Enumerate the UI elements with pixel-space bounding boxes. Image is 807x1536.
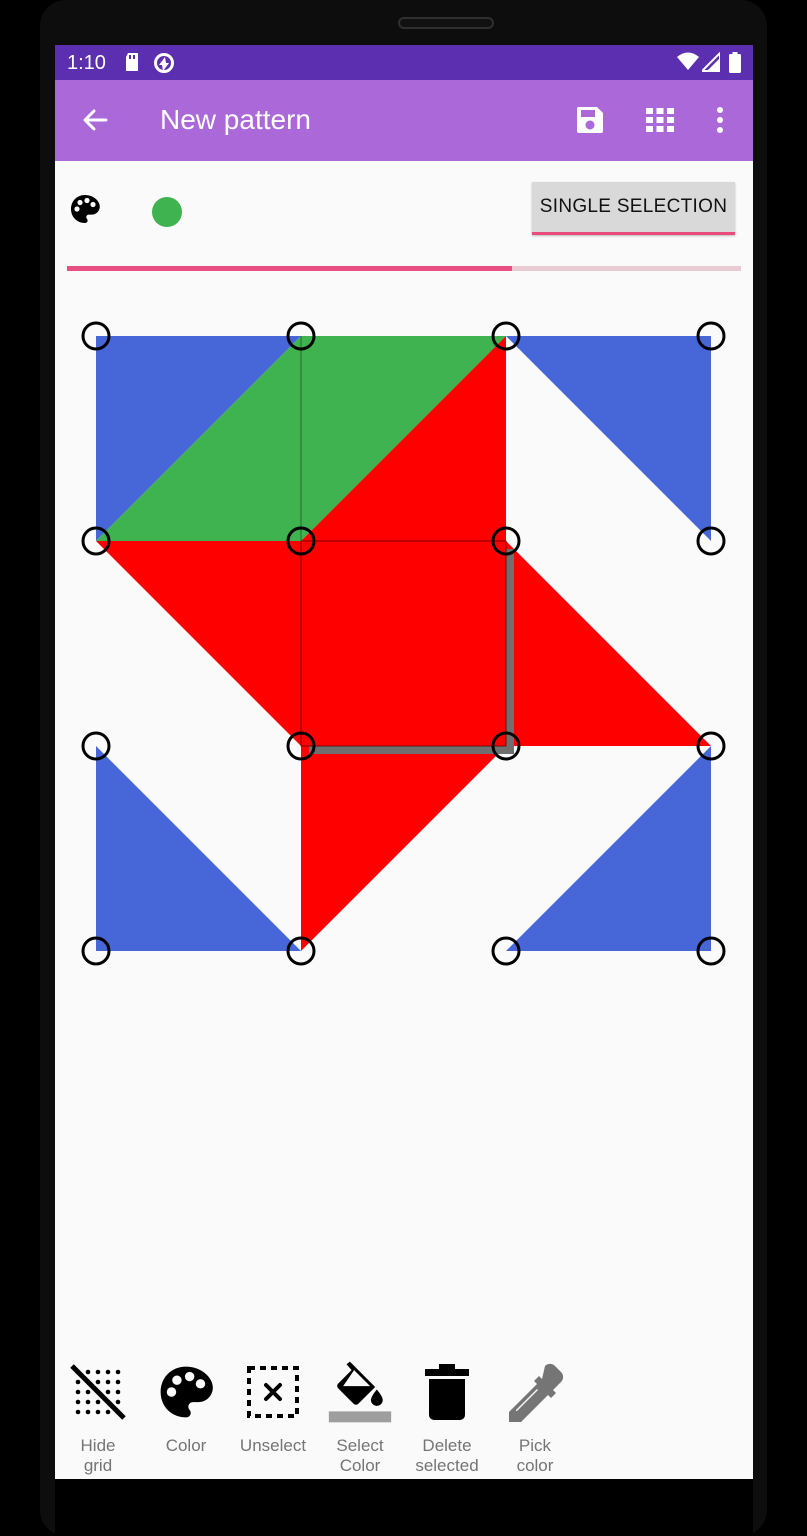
- app-screen: 1:10 New pattern SINGLE SELECTION Hide g…: [55, 45, 753, 1479]
- hide-grid-icon: [66, 1360, 130, 1424]
- color-button[interactable]: Color: [142, 1350, 230, 1479]
- bottom-action-bar: Hide grid Color Unselect Select Color De…: [55, 1350, 753, 1479]
- shape-red-triangle-mid-left[interactable]: [96, 541, 301, 746]
- color-label: Color: [165, 1436, 207, 1455]
- pick-color-label: Pick color: [516, 1436, 554, 1475]
- eyedropper-icon: [503, 1360, 567, 1424]
- unselect-icon: [241, 1360, 305, 1424]
- shape-red-square-selected[interactable]: [300, 540, 507, 747]
- system-nav-bar: [55, 1479, 753, 1536]
- shape-blue-triangle-bottom-left[interactable]: [96, 746, 301, 951]
- pattern-canvas[interactable]: [55, 45, 753, 1479]
- shape-blue-triangle-top-right[interactable]: [506, 336, 711, 541]
- unselect-button[interactable]: Unselect: [229, 1350, 317, 1479]
- palette-icon: [154, 1360, 218, 1424]
- select-color-button[interactable]: Select Color: [316, 1350, 404, 1479]
- pick-color-button[interactable]: Pick color: [491, 1350, 579, 1479]
- trash-icon: [415, 1360, 479, 1424]
- pattern-shapes: [96, 336, 711, 951]
- unselect-label: Unselect: [239, 1436, 307, 1455]
- hide-grid-button[interactable]: Hide grid: [55, 1350, 142, 1479]
- hide-grid-label: Hide grid: [80, 1436, 116, 1475]
- shape-red-triangle-bottom-middle[interactable]: [301, 746, 506, 951]
- delete-selected-label: Delete selected: [415, 1436, 479, 1475]
- select-color-label: Select Color: [336, 1436, 384, 1475]
- speaker-grille: [398, 17, 494, 29]
- shape-blue-triangle-bottom-right[interactable]: [506, 746, 711, 951]
- delete-selected-button[interactable]: Delete selected: [403, 1350, 491, 1479]
- fill-bucket-icon: [328, 1360, 392, 1424]
- shape-red-triangle-mid-right[interactable]: [506, 541, 711, 746]
